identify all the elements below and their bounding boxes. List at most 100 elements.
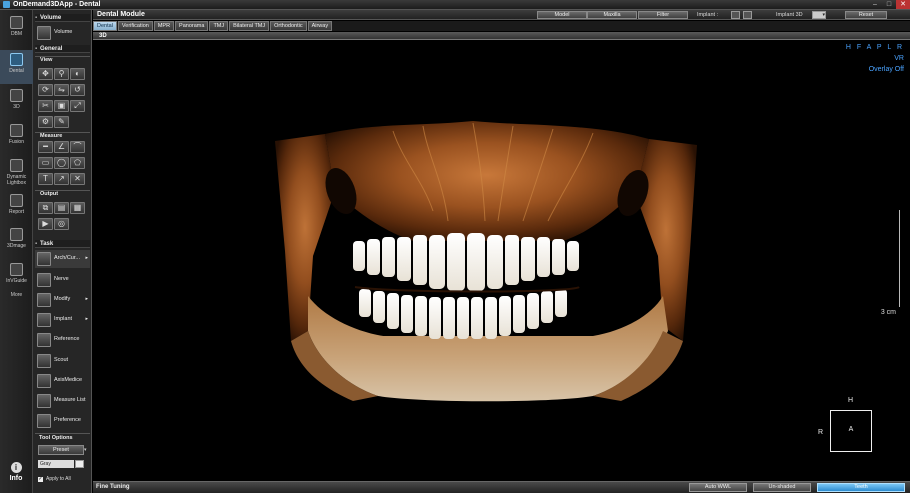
- filter-button[interactable]: Filter: [638, 11, 688, 19]
- task-reference[interactable]: Reference: [35, 331, 90, 349]
- preset-button[interactable]: Preset: [38, 445, 84, 455]
- nav-label: Report: [8, 209, 24, 215]
- nav-item-dynamic-lightbox[interactable]: Dynamic Lightbox: [0, 159, 33, 186]
- task-scout[interactable]: Scout: [35, 352, 90, 370]
- colormap-select[interactable]: Gray: [38, 460, 74, 468]
- jaw-volume-rendering[interactable]: [93, 41, 910, 480]
- zoom-tool-button[interactable]: ⚲: [54, 68, 69, 80]
- nav-item-invguide[interactable]: InVGuide: [0, 263, 33, 284]
- nav-item-3d[interactable]: 3D: [0, 89, 33, 110]
- area-tool-button[interactable]: ⬠: [70, 157, 85, 169]
- tab-mpr[interactable]: MPR: [153, 21, 175, 31]
- task-label: Reference: [54, 336, 80, 342]
- task-modify[interactable]: Modify ▸: [35, 291, 90, 309]
- task-nerve[interactable]: Nerve: [35, 271, 90, 289]
- auto-wwl-button[interactable]: Auto WWL: [689, 483, 747, 492]
- teeth-button[interactable]: Teeth: [817, 483, 905, 492]
- tab-verification[interactable]: Verification: [117, 21, 153, 31]
- nav-item-dental[interactable]: Dental: [0, 50, 33, 84]
- fine-tuning-toggle[interactable]: Fine Tuning: [96, 483, 130, 492]
- export-button[interactable]: ▦: [70, 202, 85, 214]
- measure-subheader: Measure: [35, 132, 90, 139]
- pan-tool-button[interactable]: ✥: [38, 68, 53, 80]
- task-axismedice[interactable]: AxisMedice: [35, 372, 90, 390]
- minimize-button[interactable]: –: [868, 0, 882, 9]
- model-button[interactable]: Model: [537, 11, 587, 19]
- axis-icon: [37, 374, 51, 388]
- reference-icon: [37, 333, 51, 347]
- reset-view-button[interactable]: ↺: [70, 84, 85, 96]
- nav-item-dbm[interactable]: DBM: [0, 16, 33, 37]
- maxilla-button[interactable]: Maxilla: [587, 11, 637, 19]
- text-tool-button[interactable]: T: [38, 173, 53, 185]
- module-header: Dental Module Model Maxilla Filter Impla…: [93, 10, 910, 20]
- guide-icon: [10, 263, 23, 276]
- module-tabs: Dental Verification MPR Panorama TMJ Bil…: [93, 21, 910, 31]
- nav-label: Fusion: [8, 139, 24, 145]
- maximize-button[interactable]: □: [882, 0, 896, 9]
- implant3d-dropdown[interactable]: ▾: [812, 11, 826, 19]
- implant-icon: [37, 313, 51, 327]
- 3d-viewport[interactable]: H F A P L R VR Overlay Off 3 cm H R A: [93, 41, 910, 480]
- disc-button[interactable]: ◎: [54, 218, 69, 230]
- implant-toggle-a[interactable]: [731, 11, 740, 19]
- task-section-header[interactable]: Task: [35, 240, 90, 248]
- tooth-icon: [10, 53, 23, 66]
- unshaded-button[interactable]: Un-shaded: [753, 483, 811, 492]
- rectangle-tool-button[interactable]: ▭: [38, 157, 53, 169]
- fit-tool-button[interactable]: ⤢: [70, 100, 85, 112]
- close-button[interactable]: ✕: [896, 0, 910, 9]
- nav-item-more[interactable]: More: [0, 292, 33, 298]
- volume-icon: [37, 26, 51, 40]
- settings-tool-button[interactable]: ⚙: [38, 116, 53, 128]
- task-preference[interactable]: Preference: [35, 412, 90, 430]
- task-label: Nerve: [54, 276, 69, 282]
- reset-button[interactable]: Reset: [845, 11, 887, 19]
- fusion-icon: [10, 124, 23, 137]
- info-button[interactable]: i Info: [6, 462, 26, 482]
- window-level-button[interactable]: ◐: [70, 68, 85, 80]
- tab-orthodontic[interactable]: Orthodontic: [270, 21, 307, 31]
- arrow-tool-button[interactable]: ↗: [54, 173, 69, 185]
- curve-tool-button[interactable]: ⌒: [70, 141, 85, 153]
- delete-measure-button[interactable]: ✕: [70, 173, 85, 185]
- rotate-tool-button[interactable]: ⟳: [38, 84, 53, 96]
- nav-item-3dmage[interactable]: 3Dmage: [0, 228, 33, 249]
- print-button[interactable]: ▤: [54, 202, 69, 214]
- task-measure-list[interactable]: Measure List: [35, 392, 90, 410]
- sculpt-tool-button[interactable]: ▣: [54, 100, 69, 112]
- tab-panorama[interactable]: Panorama: [175, 21, 209, 31]
- volume-section-header[interactable]: Volume: [35, 14, 90, 22]
- checkbox-icon: ✓: [38, 475, 43, 482]
- scale-bar: [896, 210, 900, 307]
- nav-item-fusion[interactable]: Fusion: [0, 124, 33, 145]
- ruler-tool-button[interactable]: ━: [38, 141, 53, 153]
- angle-tool-button[interactable]: ∠: [54, 141, 69, 153]
- volume-button[interactable]: Volume: [35, 24, 90, 42]
- task-implant[interactable]: Implant ▸: [35, 311, 90, 329]
- tab-airway[interactable]: Airway: [307, 21, 333, 31]
- chevron-down-icon[interactable]: ▾: [84, 445, 90, 455]
- apply-to-all-checkbox[interactable]: ✓ Apply to All: [38, 476, 71, 482]
- apply-to-all-label: Apply to All: [46, 476, 71, 482]
- view-3d-label: 3D: [99, 33, 107, 39]
- flip-tool-button[interactable]: ⇋: [54, 84, 69, 96]
- orientation-cube[interactable]: A: [830, 410, 872, 452]
- task-arch-curve[interactable]: Arch/Cur... ▸: [35, 250, 90, 268]
- tab-bilateral-tmj[interactable]: Bilateral TMJ: [229, 21, 270, 31]
- movie-button[interactable]: ▶: [38, 218, 53, 230]
- tab-tmj[interactable]: TMJ: [209, 21, 229, 31]
- ellipse-tool-button[interactable]: ◯: [54, 157, 69, 169]
- implant-toggle-b[interactable]: [743, 11, 752, 19]
- color-swatch[interactable]: [75, 460, 84, 468]
- tab-dental[interactable]: Dental: [93, 21, 117, 31]
- cube-3d-icon: [10, 89, 23, 102]
- crop-tool-button[interactable]: ✂: [38, 100, 53, 112]
- annotation-tool-button[interactable]: ✎: [54, 116, 69, 128]
- capture-button[interactable]: ⧉: [38, 202, 53, 214]
- general-section-header[interactable]: General: [35, 45, 90, 53]
- nerve-icon: [37, 273, 51, 287]
- database-icon: [10, 16, 23, 29]
- nav-item-report[interactable]: Report: [0, 194, 33, 215]
- measure-list-icon: [37, 394, 51, 408]
